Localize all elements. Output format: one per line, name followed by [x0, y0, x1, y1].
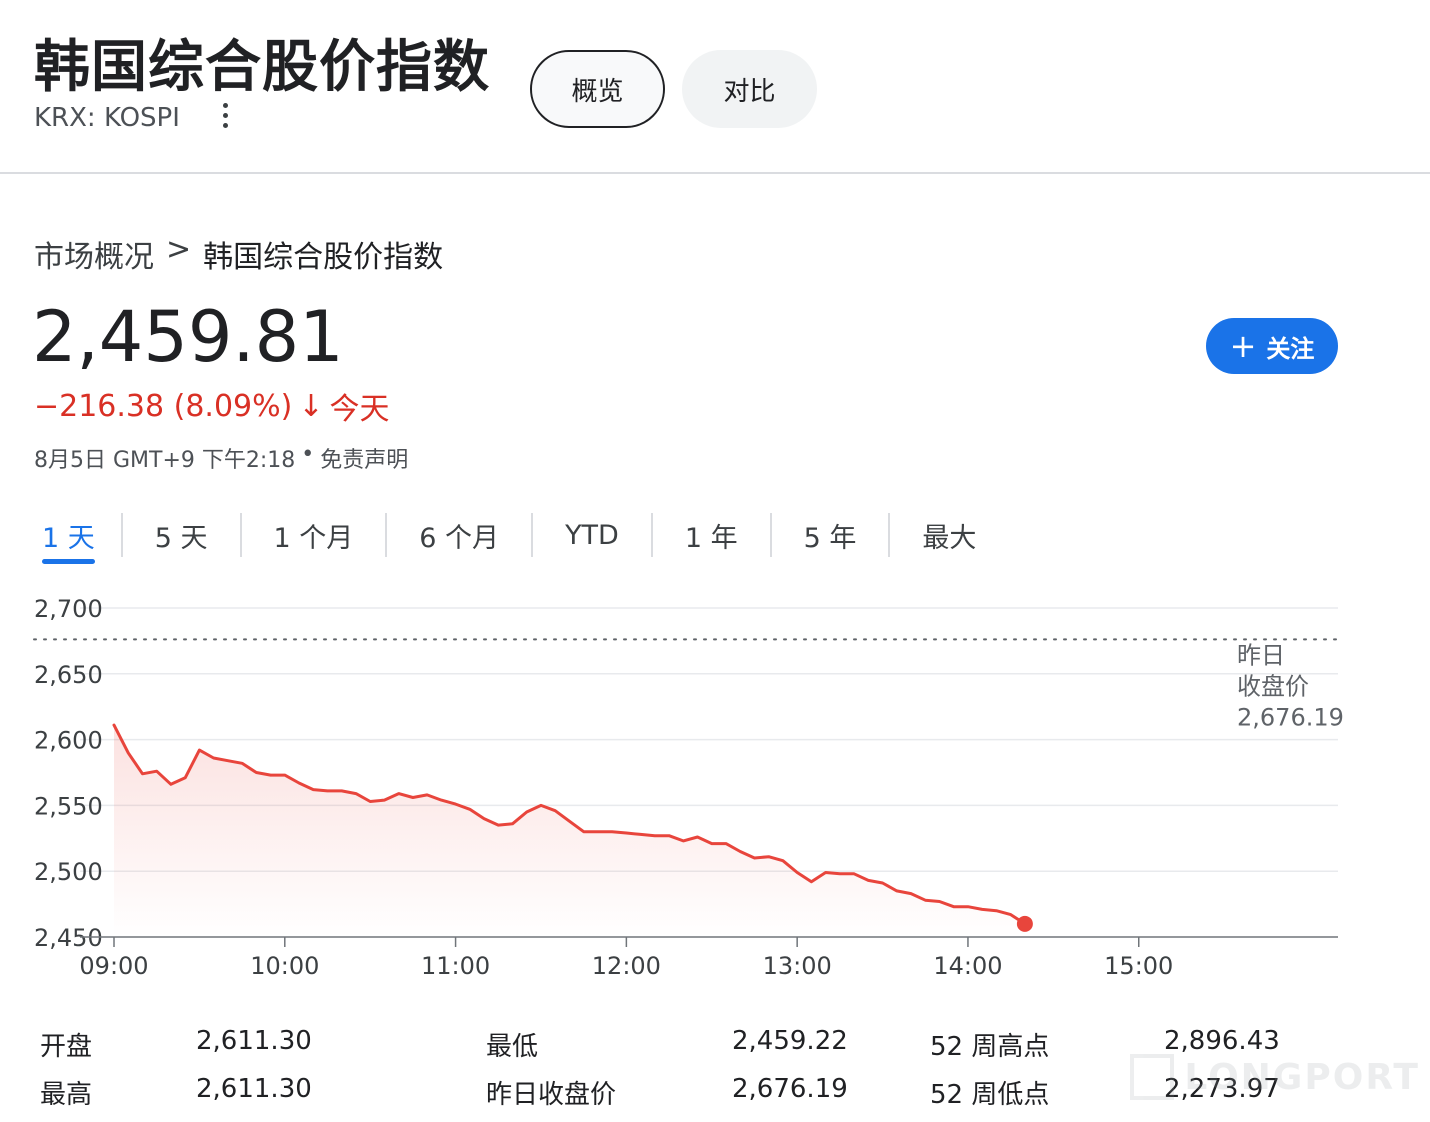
watermark: LONGPORT	[1130, 1048, 1420, 1106]
arrow-down-icon: ↓	[298, 388, 324, 424]
current-price: 2,459.81	[32, 296, 344, 378]
stat-label-low: 最低	[486, 1032, 539, 1062]
follow-button[interactable]: + 关注	[1206, 318, 1338, 374]
y-tick-label: 2,500	[34, 858, 103, 886]
breadcrumb: 市场概况 > 韩国综合股价指数	[34, 232, 443, 276]
meta-bullet: •	[301, 442, 315, 467]
stat-value-open: 2,611.30	[196, 1026, 312, 1056]
y-tick-label: 2,450	[34, 924, 103, 952]
follow-label: 关注	[1266, 334, 1315, 363]
quote-meta: 8月5日 GMT+9 下午2:18 • 免责声明	[34, 442, 408, 474]
last-price-dot	[1016, 915, 1033, 932]
price-area	[114, 725, 1025, 937]
breadcrumb-market-overview[interactable]: 市场概况	[34, 232, 154, 276]
header-divider	[0, 172, 1430, 174]
range-1m[interactable]: 1 个月	[274, 510, 354, 560]
stat-value-low: 2,459.22	[732, 1026, 848, 1056]
price-change: −216.38 (8.09%) ↓ 今天	[34, 384, 390, 428]
range-selector: 1 天 5 天 1 个月 6 个月 YTD 1 年 5 年 最大	[34, 510, 976, 564]
y-tick-label: 2,600	[34, 727, 103, 755]
change-value: −216.38 (8.09%)	[34, 388, 293, 424]
quote-timestamp: 8月5日 GMT+9 下午2:18	[34, 448, 296, 473]
ticker-symbol: KRX: KOSPI	[34, 103, 180, 133]
y-tick-label: 2,700	[34, 595, 103, 623]
x-tick-label: 12:00	[592, 952, 661, 980]
watermark-text: LONGPORT	[1184, 1056, 1420, 1098]
stat-label-prev-close: 昨日收盘价	[486, 1080, 617, 1110]
stat-label-52w-low: 52 周低点	[930, 1080, 1050, 1110]
stat-value-high: 2,611.30	[196, 1074, 312, 1104]
range-6m[interactable]: 6 个月	[419, 510, 499, 560]
y-tick-label: 2,650	[34, 661, 103, 689]
prev-close-label: 收盘价	[1237, 672, 1309, 700]
x-tick-label: 10:00	[250, 952, 319, 980]
price-chart[interactable]: 2,450 2,500 2,550 2,600 2,650 2,700 昨日收盘价 2,676…	[0, 580, 1430, 1000]
stat-value-prev-close: 2,676.19	[732, 1074, 848, 1104]
more-options-icon[interactable]	[214, 100, 236, 132]
stat-label-open: 开盘	[40, 1032, 93, 1062]
range-5d[interactable]: 5 天	[155, 510, 208, 560]
x-tick-label: 11:00	[421, 952, 490, 980]
tab-overview[interactable]: 概览	[530, 50, 665, 128]
x-tick-label: 14:00	[933, 952, 1002, 980]
watermark-logo-icon	[1130, 1054, 1175, 1100]
change-period: 今天	[329, 392, 390, 427]
plus-icon: +	[1229, 327, 1257, 365]
range-separator	[888, 513, 891, 557]
range-separator	[120, 513, 123, 557]
stat-label-52w-high: 52 周高点	[930, 1032, 1050, 1062]
y-tick-label: 2,550	[34, 792, 103, 820]
range-separator	[385, 513, 388, 557]
range-max[interactable]: 最大	[922, 510, 976, 560]
range-ytd[interactable]: YTD	[565, 510, 619, 560]
range-separator	[769, 513, 772, 557]
x-tick-label: 13:00	[763, 952, 832, 980]
range-5y[interactable]: 5 年	[804, 510, 857, 560]
range-separator	[531, 513, 534, 557]
tab-compare[interactable]: 对比	[682, 50, 817, 128]
prev-close-label: 昨日	[1237, 641, 1285, 669]
breadcrumb-separator: >	[166, 232, 192, 267]
range-separator	[650, 513, 653, 557]
stat-label-high: 最高	[40, 1080, 93, 1110]
range-1y[interactable]: 1 年	[685, 510, 738, 560]
range-1d[interactable]: 1 天	[42, 510, 95, 564]
breadcrumb-current: 韩国综合股价指数	[203, 240, 444, 275]
disclaimer-link[interactable]: 免责声明	[320, 442, 408, 474]
range-separator	[239, 513, 242, 557]
page-title: 韩国综合股价指数	[34, 35, 490, 100]
prev-close-label: 2,676.19	[1237, 703, 1344, 731]
x-tick-label: 09:00	[79, 952, 148, 980]
x-tick-label: 15:00	[1104, 952, 1173, 980]
